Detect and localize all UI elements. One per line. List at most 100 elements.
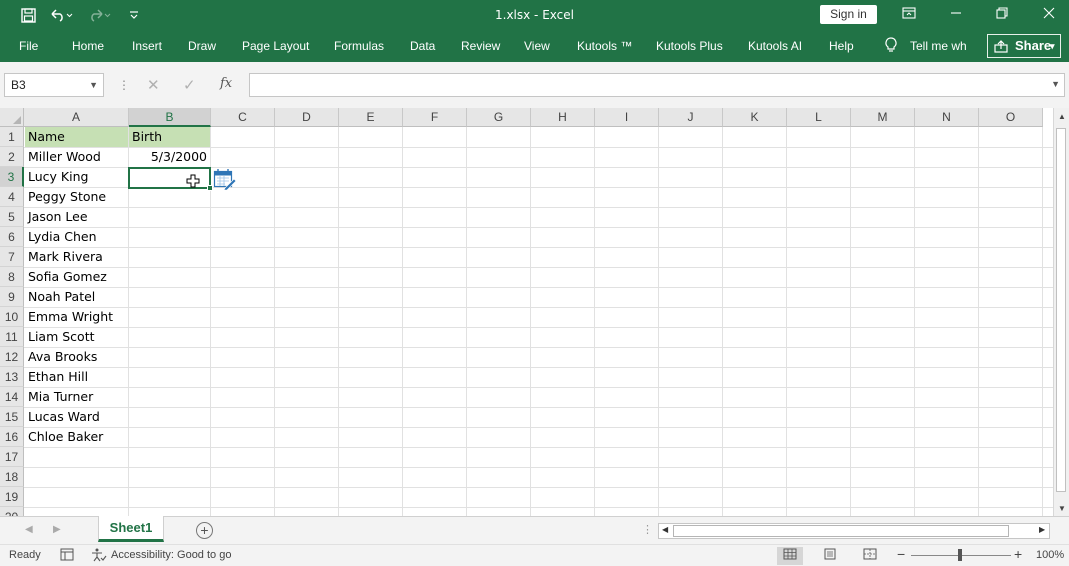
restore-icon[interactable]	[992, 4, 1012, 24]
tab-page-layout[interactable]: Page Layout	[242, 39, 309, 53]
add-sheet-icon[interactable]: +	[196, 522, 213, 539]
row-header-17[interactable]: 17	[0, 447, 24, 467]
cell-a3[interactable]: Lucy King	[25, 167, 128, 187]
cell-a8[interactable]: Sofia Gomez	[25, 267, 128, 287]
cell-a15[interactable]: Lucas Ward	[25, 407, 128, 427]
cell-a9[interactable]: Noah Patel	[25, 287, 128, 307]
scroll-right-icon[interactable]: ▶	[1039, 525, 1045, 534]
row-header-11[interactable]: 11	[0, 327, 24, 347]
tab-home[interactable]: Home	[72, 39, 104, 53]
formula-input[interactable]: ▼	[249, 73, 1065, 97]
chevron-down-icon[interactable]: ▼	[89, 74, 98, 96]
insert-function-icon[interactable]: fx	[220, 76, 232, 91]
row-header-13[interactable]: 13	[0, 367, 24, 387]
row-header-16[interactable]: 16	[0, 427, 24, 447]
row-header-10[interactable]: 10	[0, 307, 24, 327]
lightbulb-icon[interactable]	[884, 37, 898, 56]
column-header-o[interactable]: O	[979, 108, 1043, 127]
column-header-n[interactable]: N	[915, 108, 979, 127]
horizontal-scrollbar[interactable]: ◀ ▶	[658, 523, 1050, 539]
cell-a11[interactable]: Liam Scott	[25, 327, 128, 347]
tell-me-search[interactable]: Tell me wh	[910, 39, 967, 53]
tab-review[interactable]: Review	[461, 39, 500, 53]
zoom-level[interactable]: 100%	[1036, 549, 1064, 561]
share-button[interactable]: Share ▾	[987, 34, 1061, 58]
cell-a12[interactable]: Ava Brooks	[25, 347, 128, 367]
column-header-h[interactable]: H	[531, 108, 595, 127]
minimize-icon[interactable]	[946, 4, 966, 24]
ribbon-display-options-icon[interactable]	[899, 4, 919, 24]
cell-a13[interactable]: Ethan Hill	[25, 367, 128, 387]
row-header-9[interactable]: 9	[0, 287, 24, 307]
column-header-b[interactable]: B	[129, 108, 211, 127]
row-header-20[interactable]: 20	[0, 507, 24, 516]
tab-kutools-plus[interactable]: Kutools Plus	[656, 39, 723, 53]
row-header-14[interactable]: 14	[0, 387, 24, 407]
row-header-8[interactable]: 8	[0, 267, 24, 287]
row-header-12[interactable]: 12	[0, 347, 24, 367]
zoom-in-button[interactable]: +	[1014, 546, 1022, 562]
expand-formula-bar-icon[interactable]: ▼	[1051, 79, 1060, 89]
next-sheet-icon[interactable]: ▶	[53, 524, 61, 535]
scroll-up-icon[interactable]: ▲	[1058, 112, 1066, 121]
enter-icon[interactable]: ✓	[183, 76, 196, 94]
row-header-1[interactable]: 1	[0, 127, 24, 147]
vertical-scrollbar[interactable]: ▲ ▼	[1053, 108, 1069, 516]
normal-view-button[interactable]	[777, 547, 803, 565]
scroll-down-icon[interactable]: ▼	[1058, 504, 1066, 513]
tab-draw[interactable]: Draw	[188, 39, 216, 53]
accessibility-status[interactable]: Accessibility: Good to go	[111, 549, 231, 561]
column-header-j[interactable]: J	[659, 108, 723, 127]
sign-in-button[interactable]: Sign in	[820, 5, 877, 24]
horizontal-scroll-thumb[interactable]	[673, 525, 1009, 537]
tab-formulas[interactable]: Formulas	[334, 39, 384, 53]
row-header-19[interactable]: 19	[0, 487, 24, 507]
accessibility-icon[interactable]	[91, 548, 107, 565]
row-header-6[interactable]: 6	[0, 227, 24, 247]
macro-record-icon[interactable]	[60, 548, 74, 564]
cell-b1[interactable]: Birth	[129, 127, 210, 147]
column-header-m[interactable]: M	[851, 108, 915, 127]
zoom-out-button[interactable]: −	[897, 546, 905, 562]
row-header-4[interactable]: 4	[0, 187, 24, 207]
page-break-view-button[interactable]	[857, 547, 883, 565]
tab-file[interactable]: File	[19, 39, 38, 53]
column-header-a[interactable]: A	[24, 108, 129, 127]
cell-a2[interactable]: Miller Wood	[25, 147, 128, 167]
cancel-icon[interactable]: ✕	[147, 76, 160, 94]
tab-data[interactable]: Data	[410, 39, 435, 53]
cell-a10[interactable]: Emma Wright	[25, 307, 128, 327]
cell-a5[interactable]: Jason Lee	[25, 207, 128, 227]
name-box[interactable]: B3 ▼	[4, 73, 104, 97]
cell-a7[interactable]: Mark Rivera	[25, 247, 128, 267]
cell-a14[interactable]: Mia Turner	[25, 387, 128, 407]
row-header-15[interactable]: 15	[0, 407, 24, 427]
cell-a16[interactable]: Chloe Baker	[25, 427, 128, 447]
row-header-5[interactable]: 5	[0, 207, 24, 227]
worksheet-grid[interactable]: A B C D E F G H I J K L M N O 1 2 3 4 5 …	[0, 108, 1053, 516]
tab-help[interactable]: Help	[829, 39, 854, 53]
date-picker-icon[interactable]	[213, 168, 237, 193]
column-header-l[interactable]: L	[787, 108, 851, 127]
row-header-3[interactable]: 3	[0, 167, 24, 187]
page-layout-view-button[interactable]	[817, 547, 843, 565]
tab-kutools[interactable]: Kutools ™	[577, 39, 632, 53]
column-header-f[interactable]: F	[403, 108, 467, 127]
select-all-button[interactable]	[0, 108, 24, 127]
cell-a4[interactable]: Peggy Stone	[25, 187, 128, 207]
column-header-g[interactable]: G	[467, 108, 531, 127]
sheet-tab-sheet1[interactable]: Sheet1	[98, 516, 164, 542]
column-header-e[interactable]: E	[339, 108, 403, 127]
zoom-slider-thumb[interactable]	[958, 549, 962, 561]
cell-a1[interactable]: Name	[25, 127, 128, 147]
vertical-scroll-thumb[interactable]	[1056, 128, 1066, 492]
row-header-18[interactable]: 18	[0, 467, 24, 487]
previous-sheet-icon[interactable]: ◀	[25, 524, 33, 535]
cell-b2[interactable]: 5/3/2000	[129, 147, 210, 167]
row-header-7[interactable]: 7	[0, 247, 24, 267]
formula-bar-splitter[interactable]: ⋮	[118, 78, 130, 92]
column-header-i[interactable]: I	[595, 108, 659, 127]
column-header-k[interactable]: K	[723, 108, 787, 127]
tab-split-handle[interactable]: ⋮	[642, 523, 653, 536]
tab-kutools-ai[interactable]: Kutools AI	[748, 39, 802, 53]
